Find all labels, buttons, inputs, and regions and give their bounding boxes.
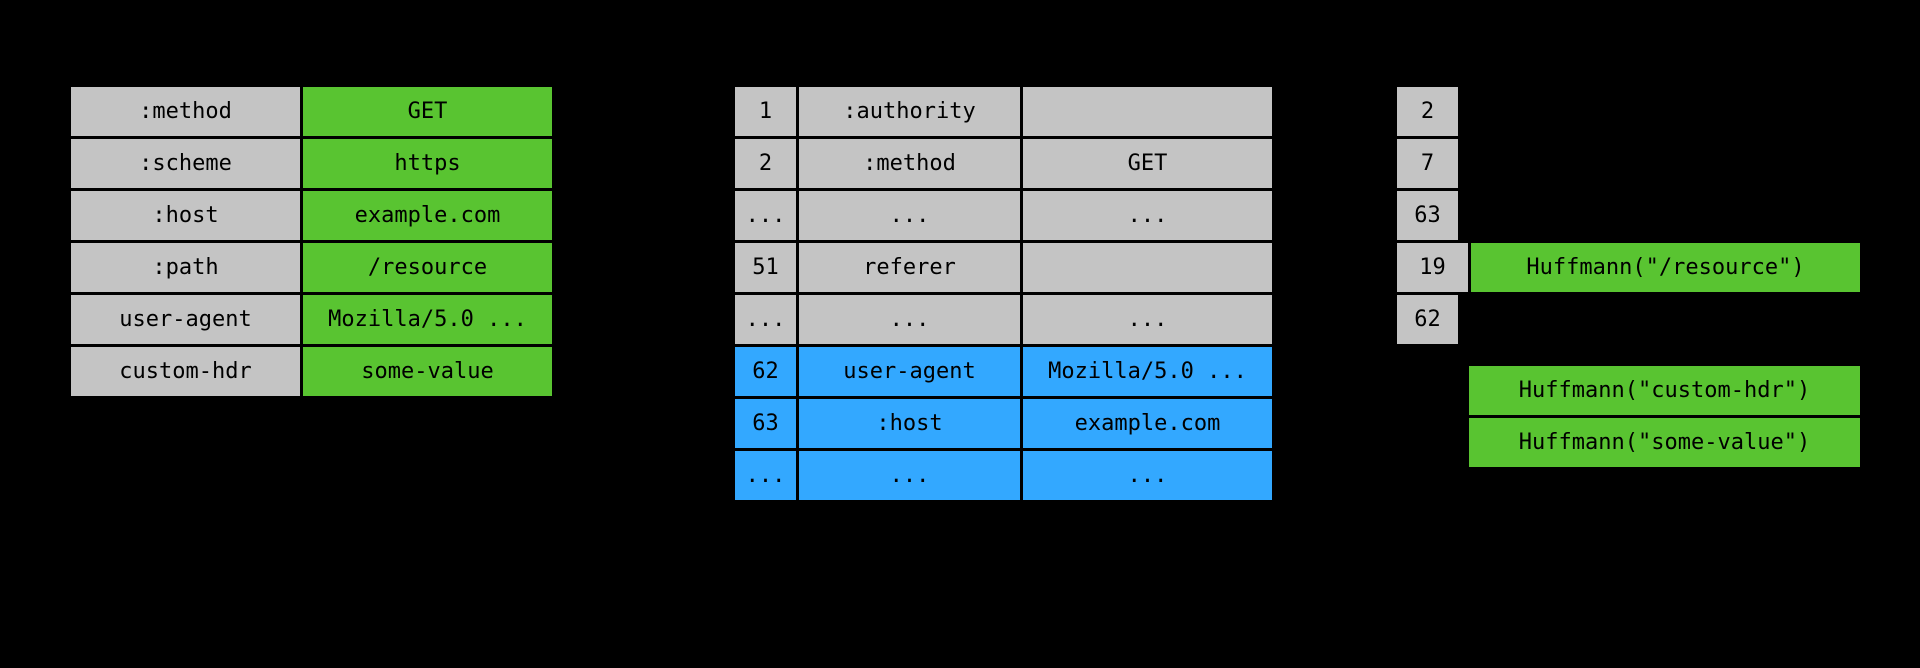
idx-cell: 63 [734, 398, 798, 450]
table-row: 1:authority [734, 86, 1274, 138]
table-row: 63 [1396, 190, 1460, 242]
table-row: Huffmann("custom-hdr") [1468, 365, 1862, 417]
header-name: user-agent [70, 294, 302, 346]
encoded-literal-indexed-table: 19 Huffmann("/resource") [1394, 240, 1863, 295]
idx-cell: 2 [734, 138, 798, 190]
name-cell: :method [798, 138, 1022, 190]
encoded-index: 7 [1396, 138, 1460, 190]
idx-cell: 1 [734, 86, 798, 138]
idx-cell: ... [734, 190, 798, 242]
header-value: https [302, 138, 554, 190]
value-cell [1022, 86, 1274, 138]
value-cell: ... [1022, 190, 1274, 242]
name-cell: ... [798, 294, 1022, 346]
table-row: custom-hdrsome-value [70, 346, 554, 398]
encoded-index: 63 [1396, 190, 1460, 242]
name-cell: :host [798, 398, 1022, 450]
table-row: :schemehttps [70, 138, 554, 190]
table-row: ......... [734, 294, 1274, 346]
value-cell: Mozilla/5.0 ... [1022, 346, 1274, 398]
idx-cell: 62 [734, 346, 798, 398]
headers-table: :methodGET :schemehttps :hostexample.com… [68, 84, 555, 399]
header-value: example.com [302, 190, 554, 242]
header-name: :host [70, 190, 302, 242]
table-row: ......... [734, 190, 1274, 242]
encoded-huff: Huffmann("custom-hdr") [1468, 365, 1862, 417]
table-row: 19 Huffmann("/resource") [1396, 242, 1862, 294]
encoded-panel: 2 7 63 19 Huffmann("/resource") 62 Huffm… [1394, 84, 1863, 470]
header-value: /resource [302, 242, 554, 294]
encoded-huff: Huffmann("some-value") [1468, 417, 1862, 469]
value-cell: example.com [1022, 398, 1274, 450]
table-row: 51referer [734, 242, 1274, 294]
value-cell: GET [1022, 138, 1274, 190]
name-cell: :authority [798, 86, 1022, 138]
table-row: ......... [734, 450, 1274, 502]
value-cell: ... [1022, 450, 1274, 502]
table-row: 2:methodGET [734, 138, 1274, 190]
table-row: 7 [1396, 138, 1460, 190]
table-row: :methodGET [70, 86, 554, 138]
encoded-literals-table: Huffmann("custom-hdr") Huffmann("some-va… [1466, 363, 1863, 470]
table-row: Huffmann("some-value") [1468, 417, 1862, 469]
name-cell: ... [798, 450, 1022, 502]
table-row: 63:hostexample.com [734, 398, 1274, 450]
table-row: 62 [1396, 294, 1460, 346]
header-name: :scheme [70, 138, 302, 190]
name-cell: user-agent [798, 346, 1022, 398]
table-row: 2 [1396, 86, 1460, 138]
header-name: :method [70, 86, 302, 138]
headers-panel: :methodGET :schemehttps :hostexample.com… [68, 84, 555, 399]
encoded-len: 19 [1396, 242, 1470, 294]
encoded-index: 62 [1396, 294, 1460, 346]
encoded-index-tail-table: 62 [1394, 292, 1461, 347]
header-value: Mozilla/5.0 ... [302, 294, 554, 346]
value-cell: ... [1022, 294, 1274, 346]
table-row: 62user-agentMozilla/5.0 ... [734, 346, 1274, 398]
encoded-huff: Huffmann("/resource") [1470, 242, 1862, 294]
value-cell [1022, 242, 1274, 294]
table-row: :hostexample.com [70, 190, 554, 242]
lookup-table-panel: 1:authority 2:methodGET ......... 51refe… [732, 84, 1275, 503]
table-row: user-agentMozilla/5.0 ... [70, 294, 554, 346]
header-name: :path [70, 242, 302, 294]
header-value: some-value [302, 346, 554, 398]
lookup-table: 1:authority 2:methodGET ......... 51refe… [732, 84, 1275, 503]
name-cell: ... [798, 190, 1022, 242]
name-cell: referer [798, 242, 1022, 294]
encoded-indices-table: 2 7 63 [1394, 84, 1461, 243]
idx-cell: ... [734, 450, 798, 502]
idx-cell: ... [734, 294, 798, 346]
header-name: custom-hdr [70, 346, 302, 398]
table-row: :path/resource [70, 242, 554, 294]
idx-cell: 51 [734, 242, 798, 294]
header-value: GET [302, 86, 554, 138]
encoded-index: 2 [1396, 86, 1460, 138]
